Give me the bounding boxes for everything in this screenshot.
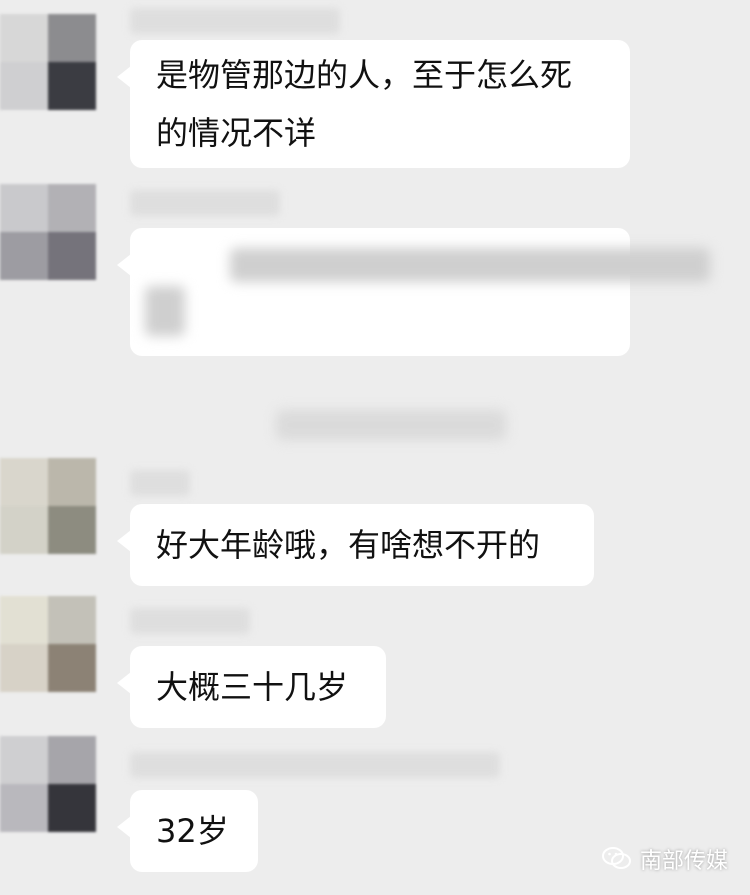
message-bubble[interactable]: 32岁 bbox=[117, 790, 258, 872]
message-bubble[interactable]: 大概三十几岁 bbox=[117, 646, 386, 728]
message-bubble[interactable]: 是物管那边的人，至于怎么死 的情况不详 bbox=[117, 40, 630, 168]
sender-name bbox=[130, 608, 250, 634]
avatar[interactable] bbox=[0, 736, 96, 832]
sender-name bbox=[130, 470, 190, 496]
message-bubble-blurred[interactable] bbox=[117, 228, 710, 356]
message-text: 好大年龄哦，有啥想不开的 bbox=[156, 526, 541, 564]
watermark: 南部传媒 bbox=[601, 843, 728, 875]
avatar[interactable] bbox=[0, 14, 96, 110]
sender-name bbox=[130, 752, 500, 778]
message-text: 大概三十几岁 bbox=[156, 668, 349, 706]
avatar[interactable] bbox=[0, 184, 96, 280]
message-text-line-2: 的情况不详 bbox=[156, 114, 317, 152]
message-bubble[interactable]: 好大年龄哦，有啥想不开的 bbox=[117, 504, 594, 586]
blurred-text bbox=[230, 248, 710, 282]
system-message-blurred bbox=[276, 410, 506, 440]
avatar[interactable] bbox=[0, 458, 96, 554]
watermark-label: 南部传媒 bbox=[639, 849, 728, 874]
message-text: 32岁 bbox=[156, 812, 229, 850]
blurred-text bbox=[145, 286, 185, 336]
sender-name bbox=[130, 190, 280, 216]
wechat-logo-icon bbox=[601, 847, 631, 869]
sender-name bbox=[130, 8, 340, 34]
avatar[interactable] bbox=[0, 596, 96, 692]
message-text-line-1: 是物管那边的人，至于怎么死 bbox=[156, 56, 573, 94]
